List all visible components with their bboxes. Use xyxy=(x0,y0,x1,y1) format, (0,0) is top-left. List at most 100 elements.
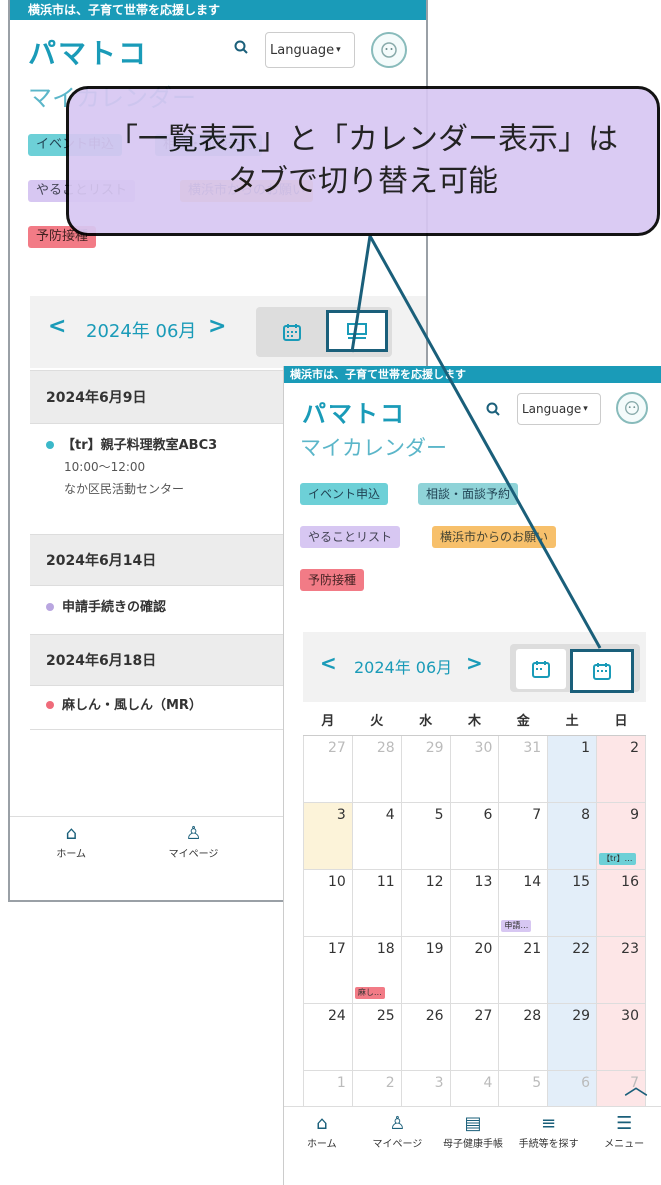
day-number: 30 xyxy=(621,1008,639,1024)
calendar-day[interactable]: 30 xyxy=(596,1003,646,1071)
calendar-day[interactable]: 2 xyxy=(596,735,646,803)
day-number: 13 xyxy=(474,874,493,890)
calendar-day[interactable]: 28 xyxy=(351,735,402,803)
calendar-day[interactable]: 28 xyxy=(498,1003,549,1071)
calendar-event-chip[interactable]: 申請… xyxy=(501,920,532,932)
day-number: 30 xyxy=(474,740,493,756)
calendar-day[interactable]: 29 xyxy=(547,1003,598,1071)
calendar-day[interactable]: 11 xyxy=(351,869,402,937)
day-number: 11 xyxy=(376,874,395,890)
day-number: 26 xyxy=(425,1008,444,1024)
day-number: 28 xyxy=(376,740,395,756)
calendar-day[interactable]: 26 xyxy=(400,1003,451,1071)
calendar-day[interactable]: 5 xyxy=(400,802,451,870)
scroll-top-icon[interactable]: ︿ xyxy=(624,1066,648,1101)
day-number: 5 xyxy=(434,807,444,823)
callout-bubble: 「一覧表示」と「カレンダー表示」はタブで切り替え可能 xyxy=(66,86,660,236)
day-number: 4 xyxy=(385,807,395,823)
calendar-day[interactable]: 23 xyxy=(596,936,646,1004)
day-number: 29 xyxy=(572,1008,591,1024)
calendar-day[interactable]: 17 xyxy=(303,936,353,1004)
language-select[interactable]: Language ▾ xyxy=(265,32,355,68)
prev-month-button[interactable]: < xyxy=(48,314,66,339)
day-number: 25 xyxy=(376,1008,395,1024)
search-icon[interactable] xyxy=(234,40,248,54)
weekday-header: 金 xyxy=(498,703,548,736)
calendar-day[interactable]: 14 申請… xyxy=(498,869,549,937)
calendar-event-chip[interactable]: 【tr】… xyxy=(599,853,636,865)
day-number: 29 xyxy=(425,740,444,756)
calendar-day[interactable]: 24 xyxy=(303,1003,353,1071)
calendar-event-chip[interactable]: 麻し… xyxy=(354,987,385,999)
nav-menu[interactable]: ☰ メニュー xyxy=(586,1107,661,1185)
calendar-day[interactable]: 4 xyxy=(351,802,402,870)
day-number: 2 xyxy=(385,1075,395,1091)
calendar-day[interactable]: 27 xyxy=(449,1003,500,1071)
day-number: 6 xyxy=(483,807,493,823)
calendar-day[interactable]: 31 xyxy=(498,735,549,803)
nav-home[interactable]: ⌂ ホーム xyxy=(284,1107,360,1185)
calendar-day[interactable]: 7 xyxy=(498,802,549,870)
calendar-day[interactable]: 1 xyxy=(547,735,598,803)
nav-procedures[interactable]: ≡ 手続等を探す xyxy=(511,1107,587,1185)
calendar-grid: 月火水木金土日 27 28 29 30 31 1 2 3 4 5 6 7 8 9 【tr】… 10 11 12 13… xyxy=(303,703,646,1138)
next-month-button[interactable]: > xyxy=(208,314,226,339)
chevron-down-icon: ▾ xyxy=(583,404,588,414)
calendar-day[interactable]: 18 麻し… xyxy=(351,936,402,1004)
calendar-day[interactable]: 20 xyxy=(449,936,500,1004)
calendar-day[interactable]: 16 xyxy=(596,869,646,937)
tag-consult[interactable]: 相談・面談予約 xyxy=(418,483,519,505)
nav-home[interactable]: ⌂ ホーム xyxy=(10,817,132,900)
day-number: 1 xyxy=(336,1075,346,1091)
book-icon: ▤ xyxy=(464,1113,482,1134)
tag-request[interactable]: 横浜市からのお願い xyxy=(432,526,557,548)
avatar[interactable] xyxy=(371,32,407,68)
calendar-day[interactable]: 15 xyxy=(547,869,598,937)
next-month-button[interactable]: > xyxy=(466,651,483,675)
calendar-view-tab[interactable] xyxy=(266,312,318,352)
calendar-day[interactable]: 21 xyxy=(498,936,549,1004)
search-icon[interactable] xyxy=(486,402,500,416)
nav-handbook[interactable]: ▤母子健康手帳 xyxy=(435,1107,511,1185)
day-number: 12 xyxy=(425,874,444,890)
calendar-day[interactable]: 22 xyxy=(547,936,598,1004)
day-number: 28 xyxy=(523,1008,542,1024)
calendar-week: 24 25 26 27 28 29 30 xyxy=(303,1003,646,1071)
weekday-header: 日 xyxy=(596,703,646,736)
calendar-view-tab[interactable] xyxy=(570,649,634,693)
nav-mypage[interactable]: ♙ マイページ xyxy=(132,817,254,900)
calendar-day[interactable]: 12 xyxy=(400,869,451,937)
list-view-tab[interactable] xyxy=(326,310,388,352)
calendar-day[interactable]: 13 xyxy=(449,869,500,937)
app-logo[interactable]: パマトコ xyxy=(28,32,148,72)
month-label: 2024年 06月 xyxy=(86,321,197,342)
tag-todo[interactable]: やることリスト xyxy=(300,526,401,548)
calendar-day[interactable]: 27 xyxy=(303,735,353,803)
calendar-day[interactable]: 30 xyxy=(449,735,500,803)
day-number: 8 xyxy=(581,807,591,823)
nav-mypage[interactable]: ♙ マイページ xyxy=(360,1107,436,1185)
baby-face-icon xyxy=(625,401,639,415)
day-number: 1 xyxy=(581,740,591,756)
day-number: 23 xyxy=(621,941,639,957)
calendar-day[interactable]: 6 xyxy=(449,802,500,870)
calendar-day[interactable]: 8 xyxy=(547,802,598,870)
tag-vaccination[interactable]: 予防接種 xyxy=(300,569,365,591)
calendar-day[interactable]: 19 xyxy=(400,936,451,1004)
day-number: 20 xyxy=(474,941,493,957)
chevron-down-icon: ▾ xyxy=(336,45,341,55)
language-select[interactable]: Language ▾ xyxy=(517,393,601,425)
list-view-tab[interactable] xyxy=(516,649,566,689)
day-number: 3 xyxy=(434,1075,444,1091)
event-dot xyxy=(46,603,54,611)
tag-event[interactable]: イベント申込 xyxy=(300,483,389,505)
calendar-day[interactable]: 29 xyxy=(400,735,451,803)
prev-month-button[interactable]: < xyxy=(320,651,337,675)
calendar-day[interactable]: 10 xyxy=(303,869,353,937)
calendar-day[interactable]: 3 xyxy=(303,802,353,870)
calendar-day[interactable]: 25 xyxy=(351,1003,402,1071)
bottom-nav: ⌂ ホーム ♙ マイページ ▤ 母子健康手帳 ≡ 手続等を探す ☰ メニュー xyxy=(284,1106,661,1185)
app-logo[interactable]: パマトコ xyxy=(302,394,406,429)
avatar[interactable] xyxy=(616,392,648,424)
calendar-day[interactable]: 9 【tr】… xyxy=(596,802,646,870)
